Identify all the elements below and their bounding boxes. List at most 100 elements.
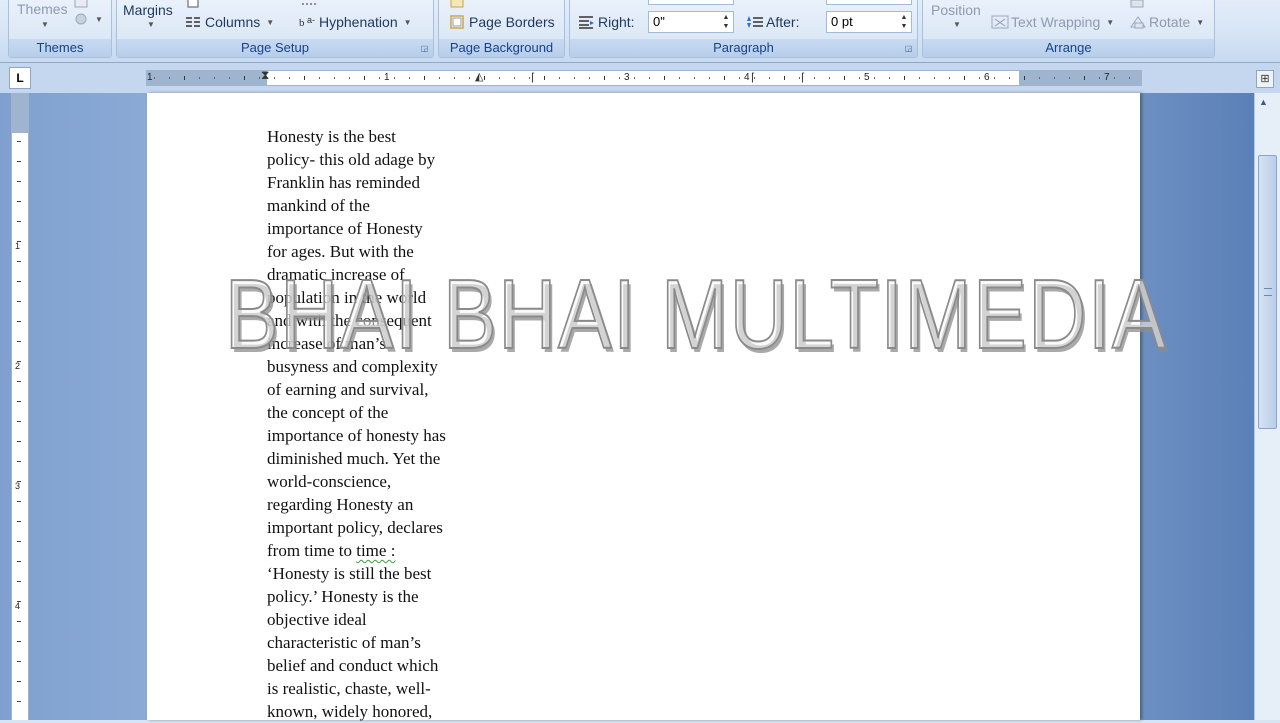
document-text-line[interactable]: the concept of the [267,401,482,424]
page-color-button[interactable] [449,0,465,9]
column-marker-icon[interactable]: ⌈ [801,71,805,85]
scroll-up-arrow-icon[interactable]: ▲ [1259,97,1268,107]
ruler-tick [679,77,680,79]
paragraph-dialog-launcher-icon[interactable]: ◲ [904,44,913,53]
position-label: Position [931,2,981,18]
indent-left-field[interactable] [648,0,734,5]
columns-button[interactable]: Columns ▼ [185,14,274,30]
scrollbar-thumb[interactable] [1258,155,1277,429]
vertical-ruler-tick [17,221,21,222]
view-ruler-button[interactable]: ⊞ [1256,70,1274,88]
spacing-after-spinner[interactable]: 0 pt ▲ ▼ [826,11,912,33]
position-caret[interactable]: ▼ [951,20,961,29]
text-wrapping-button[interactable]: Text Wrapping ▼ [991,14,1114,30]
page-setup-group-label: Page Setup [117,39,433,57]
document-text-line[interactable]: ‘Honesty is still the best [267,562,482,585]
ruler-tick [919,77,920,79]
themes-group-label: Themes [9,39,111,57]
spacing-before-field[interactable] [826,0,912,5]
ruler-tick [469,77,470,79]
document-text-line[interactable]: importance of honesty has [267,424,482,447]
document-body-text[interactable]: Honesty is the best policy- this old adag… [267,125,482,723]
ruler-tick [1024,76,1025,80]
document-text-line[interactable]: busyness and complexity [267,355,482,378]
document-page[interactable]: Honesty is the best policy- this old adag… [147,93,1166,723]
ruler-tick [694,77,695,79]
document-text-line[interactable]: diminished much. Yet the [267,447,482,470]
rotate-label: Rotate [1149,14,1191,30]
bring-to-front-button[interactable] [1129,0,1145,9]
first-line-indent-marker-icon[interactable]: ⧗ [261,68,269,82]
spinner-arrows-icon[interactable]: ▲ ▼ [899,13,909,31]
document-text-line[interactable]: population in the world [267,286,482,309]
document-text-line[interactable]: mankind of the [267,194,482,217]
vertical-ruler-top-margin [12,93,28,133]
ruler-tick [874,77,875,79]
page-setup-dialog-launcher-icon[interactable]: ◲ [420,44,429,53]
chevron-down-icon: ▼ [41,20,49,29]
vertical-ruler-number: 3 [15,481,21,491]
horizontal-ruler[interactable]: 1 1 3 5 6 7 4 ⧗ ◭ ⌈ ⌈ ⌈ [146,68,1142,86]
hyphenation-label: Hyphenation [319,14,398,30]
themes-button[interactable]: Themes [17,1,68,17]
right-indent-spinner[interactable]: 0" ▲ ▼ [648,11,734,33]
document-text-line[interactable]: and with the consequent [267,309,482,332]
vertical-ruler-tick [17,601,21,602]
page-borders-button[interactable]: Page Borders [449,14,555,30]
ruler-tick [1069,77,1070,79]
scrollbar-grip-icon [1264,288,1272,296]
breaks-icon [301,0,317,9]
margins-caret[interactable]: ▼ [145,20,155,29]
document-text-line[interactable]: belief and conduct which [267,654,482,677]
rotate-button[interactable]: Rotate ▼ [1129,14,1204,30]
ruler-tick [289,77,290,79]
chevron-down-icon: ▼ [1196,17,1205,27]
document-text-line[interactable]: policy- this old adage by [267,148,482,171]
ruler-tick [1129,77,1130,79]
document-text-line[interactable]: policy.’ Honesty is the [267,585,482,608]
ruler-tick [559,77,560,79]
margins-button[interactable]: Margins [123,2,173,18]
document-text-line[interactable]: dramatic increase of [267,263,482,286]
ruler-tick [889,77,890,79]
document-text-line[interactable]: objective ideal [267,608,482,631]
breaks-button[interactable] [301,0,317,9]
document-text-line[interactable]: for ages. But with the [267,240,482,263]
document-text-line[interactable]: regarding Honesty an [267,493,482,516]
document-text-line[interactable]: Franklin has reminded [267,171,482,194]
ruler-tick [634,77,635,79]
ribbon: Themes ▼ ▼ Themes Margins ▼ Columns ▼ b … [0,0,1280,63]
ruler-tick [169,77,170,79]
document-text-line[interactable]: characteristic of man’s [267,631,482,654]
spinner-arrows-icon[interactable]: ▲ ▼ [721,13,731,31]
ruler-tick [814,77,815,79]
document-text-line[interactable]: of earning and survival, [267,378,482,401]
orientation-icon [185,0,201,9]
themes-dropdown-caret[interactable]: ▼ [39,20,49,29]
vertical-ruler[interactable]: 1 2 3 4 [11,93,29,720]
tab-selector-button[interactable]: L [9,67,31,89]
document-text-line[interactable]: from time to time : [267,539,482,562]
right-indent-marker-icon[interactable]: ◭ [475,70,483,84]
theme-effects-button[interactable]: ▼ [73,12,103,26]
spacing-after-label: After: [766,14,800,30]
rotate-icon [1129,15,1146,29]
grammar-check-underline[interactable]: time : [356,541,395,560]
document-text-line[interactable]: Honesty is the best [267,125,482,148]
document-text-line[interactable]: important policy, declares [267,516,482,539]
hyphenation-button[interactable]: b a- Hyphenation ▼ [299,14,412,30]
chevron-down-icon: ▼ [953,20,961,29]
orientation-button[interactable] [185,0,201,9]
vertical-ruler-tick [17,141,21,142]
column-marker-icon[interactable]: ⌈ [531,71,535,85]
document-text-line[interactable]: increase of man’s [267,332,482,355]
text-wrapping-icon [991,15,1009,29]
vertical-ruler-number: 1 [15,241,21,251]
ruler-tick [769,77,770,79]
document-text-line[interactable]: is realistic, chaste, well- [267,677,482,700]
vertical-scrollbar[interactable]: ▲ [1254,93,1280,720]
theme-colors-button[interactable] [73,0,89,9]
document-text-line[interactable]: world-conscience, [267,470,482,493]
document-text-line[interactable]: importance of Honesty [267,217,482,240]
position-button[interactable]: Position [931,2,981,18]
